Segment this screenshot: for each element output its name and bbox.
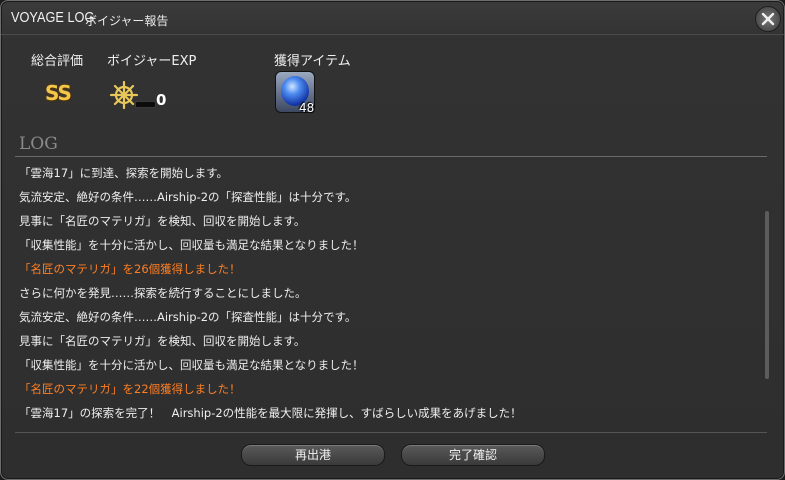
voyage-log-window: VOYAGE LOG ボイジャー報告 総合評価 SS ボイジャーEXP 0 獲得…	[0, 0, 785, 480]
log-title: LOG	[19, 134, 58, 154]
window-title: VOYAGE LOG	[11, 9, 95, 26]
item-count: 48	[299, 101, 315, 115]
log-line: さらに何かを発見……探索を続行することにしました。	[19, 286, 307, 300]
bottom-divider	[15, 432, 767, 433]
rating-label: 総合評価	[31, 54, 84, 69]
log-line-highlight: 「名匠のマテリガ」を22個獲得しました！	[19, 382, 241, 396]
log-line: 見事に「名匠のマテリガ」を検知、回収を開始します。	[19, 334, 306, 348]
log-line-highlight: 「名匠のマテリガ」を26個獲得しました！	[19, 262, 241, 276]
close-button[interactable]	[755, 6, 781, 32]
close-icon	[761, 12, 775, 26]
exp-value: 0	[156, 91, 167, 109]
exp-label: ボイジャーEXP	[107, 54, 197, 69]
confirm-complete-button[interactable]: 完了確認	[401, 444, 545, 466]
log-scrollbar-thumb[interactable]	[765, 211, 769, 379]
log-line: 気流安定、絶好の条件……Airship-2の「探査性能」は十分です。	[19, 310, 357, 324]
log-divider	[15, 156, 767, 157]
exp-progress-bar	[135, 101, 156, 108]
items-label: 獲得アイテム	[274, 54, 351, 69]
title-bar: VOYAGE LOG ボイジャー報告	[1, 1, 784, 35]
log-line: 「雲海17」に到達、探索を開始します。	[19, 166, 228, 180]
log-line: 見事に「名匠のマテリガ」を検知、回収を開始します。	[19, 214, 306, 228]
redeploy-button[interactable]: 再出港	[241, 444, 385, 466]
window-subtitle: ボイジャー報告	[85, 14, 169, 28]
rating-value: SS	[45, 81, 72, 105]
log-list: 「雲海17」に到達、探索を開始します。 気流安定、絶好の条件……Airship-…	[15, 158, 767, 428]
log-line: 気流安定、絶好の条件……Airship-2の「探査性能」は十分です。	[19, 190, 357, 204]
log-line: 「収集性能」を十分に活かし、回収量も満足な結果となりました！	[19, 358, 364, 372]
log-line: 「雲海17」の探索を完了！ Airship-2の性能を最大限に発揮し、すばらしい…	[19, 406, 522, 420]
log-line: 「収集性能」を十分に活かし、回収量も満足な結果となりました！	[19, 238, 364, 252]
